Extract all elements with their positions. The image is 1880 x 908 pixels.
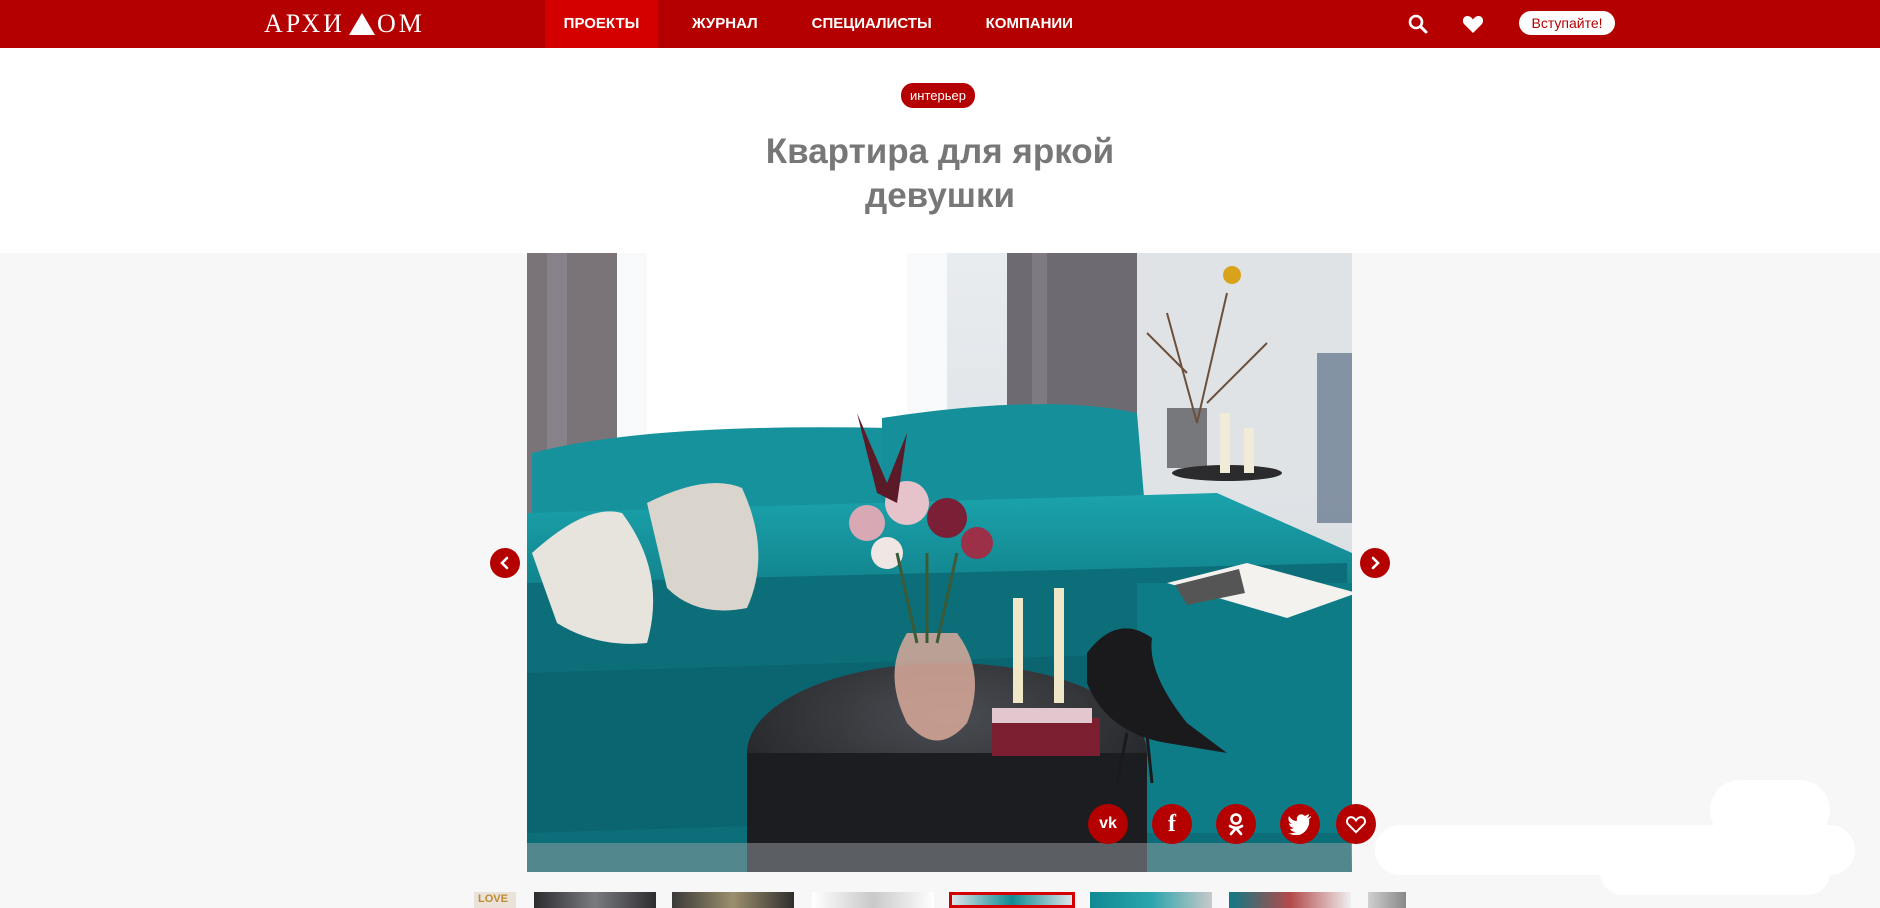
category-tag[interactable]: интерьер: [901, 83, 975, 108]
thumbnail[interactable]: [1229, 892, 1351, 908]
share-odnoklassniki-button[interactable]: [1216, 804, 1256, 844]
article-title-line-1: Квартира для яркой: [765, 132, 1115, 171]
article-title: Квартира для яркой девушки: [640, 130, 1240, 218]
gallery-prev-button[interactable]: [490, 548, 520, 578]
nav-item-specialists[interactable]: СПЕЦИАЛИСТЫ: [792, 0, 952, 48]
logo-text-right: ОМ: [376, 9, 425, 38]
overlay-smudge: [1600, 850, 1830, 895]
article-title-line-2: девушки: [865, 176, 1015, 215]
nav-item-companies[interactable]: КОМПАНИИ: [966, 0, 1093, 48]
site-logo[interactable]: АРХИ ОМ: [264, 10, 425, 38]
vk-icon: vk: [1099, 815, 1117, 832]
main-nav: ПРОЕКТЫ ЖУРНАЛ СПЕЦИАЛИСТЫ КОМПАНИИ: [545, 0, 1093, 48]
overlay-smudge: [1710, 780, 1830, 840]
heart-outline-icon: [1346, 816, 1366, 834]
chevron-right-icon: [1371, 556, 1380, 570]
share-facebook-button[interactable]: f: [1152, 804, 1192, 844]
share-twitter-button[interactable]: [1280, 804, 1320, 844]
twitter-icon: [1288, 814, 1311, 835]
nav-item-journal[interactable]: ЖУРНАЛ: [672, 0, 778, 48]
odnoklassniki-icon: [1228, 813, 1244, 836]
join-button[interactable]: Вступайте!: [1519, 11, 1615, 35]
facebook-icon: f: [1168, 810, 1176, 837]
thumbnail-active[interactable]: [949, 892, 1075, 908]
thumbnail[interactable]: [534, 892, 656, 908]
chevron-left-icon: [500, 556, 509, 570]
search-icon[interactable]: [1406, 12, 1430, 36]
heart-icon[interactable]: [1461, 12, 1485, 36]
thumbnail[interactable]: [672, 892, 794, 908]
thumbnail-label: LOVE: [478, 893, 508, 905]
thumbnail[interactable]: [1368, 892, 1406, 908]
gallery-main-photo[interactable]: [527, 253, 1352, 872]
logo-triangle-icon: [348, 13, 375, 35]
thumbnail[interactable]: [812, 892, 934, 908]
gallery-next-button[interactable]: [1360, 548, 1390, 578]
share-vk-button[interactable]: vk: [1088, 804, 1128, 844]
top-navbar: АРХИ ОМ ПРОЕКТЫ ЖУРНАЛ СПЕЦИАЛИСТЫ КОМПА…: [0, 0, 1880, 48]
nav-item-projects[interactable]: ПРОЕКТЫ: [545, 0, 658, 48]
logo-text-left: АРХИ: [264, 9, 345, 38]
share-favorite-button[interactable]: [1336, 804, 1376, 844]
thumbnail[interactable]: [1090, 892, 1212, 908]
thumbnail[interactable]: LOVE: [474, 892, 516, 908]
